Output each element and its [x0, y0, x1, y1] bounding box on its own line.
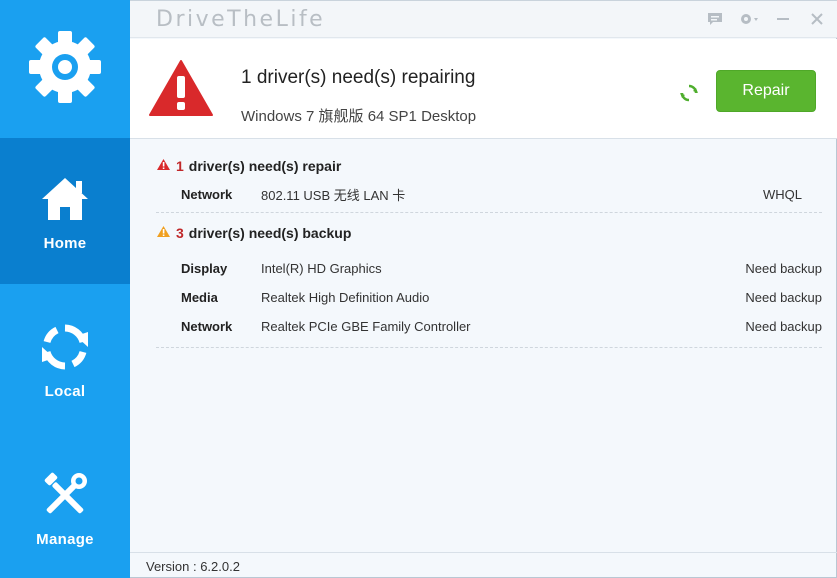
- status-header: 1 driver(s) need(s) repairing Windows 7 …: [130, 39, 837, 139]
- repair-count: 1: [176, 158, 184, 174]
- driver-device: Realtek High Definition Audio: [261, 290, 430, 305]
- repair-button[interactable]: Repair: [716, 70, 816, 112]
- tools-icon: [37, 467, 93, 523]
- repair-section: 1 driver(s) need(s) repair Network 802.1…: [156, 155, 822, 213]
- section-heading: 3 driver(s) need(s) backup: [156, 222, 822, 244]
- footer: Version : 6.2.0.2: [130, 552, 837, 578]
- window-controls: [705, 9, 827, 29]
- table-row[interactable]: Network Realtek PCIe GBE Family Controll…: [156, 312, 822, 348]
- app-logo: [0, 0, 130, 138]
- warning-icon: [148, 59, 214, 122]
- sidebar-item-local[interactable]: Local: [0, 286, 130, 432]
- minimize-icon[interactable]: [773, 9, 793, 29]
- driver-status: Need backup: [745, 290, 822, 305]
- backup-count: 3: [176, 225, 184, 241]
- feedback-icon[interactable]: [705, 9, 725, 29]
- warning-icon: [156, 158, 171, 174]
- driver-category: Network: [181, 319, 233, 334]
- driver-status: Need backup: [745, 319, 822, 334]
- table-row[interactable]: Display Intel(R) HD Graphics Need backup: [156, 254, 822, 283]
- sidebar-item-label: Local: [44, 382, 86, 400]
- sidebar-item-manage[interactable]: Manage: [0, 434, 130, 578]
- main-panel: DriveTheLife 1 driver(s) need(s) repairi…: [130, 0, 837, 578]
- driver-device: Intel(R) HD Graphics: [261, 261, 382, 276]
- sidebar-item-label: Home: [43, 234, 87, 252]
- sidebar-item-home[interactable]: Home: [0, 138, 130, 284]
- table-row[interactable]: Media Realtek High Definition Audio Need…: [156, 283, 822, 312]
- driver-status: WHQL: [763, 187, 802, 202]
- house-icon: [37, 171, 93, 227]
- driver-category: Display: [181, 261, 228, 276]
- driver-device: Realtek PCIe GBE Family Controller: [261, 319, 471, 334]
- os-info: Windows 7 旗舰版 64 SP1 Desktop: [241, 108, 477, 125]
- driver-category: Media: [181, 290, 218, 305]
- refresh-icon: [37, 319, 93, 375]
- section-title: driver(s) need(s) repair: [188, 158, 342, 174]
- driver-device: 802.11 USB 无线 LAN 卡: [261, 188, 406, 203]
- gear-icon: [25, 27, 105, 112]
- sidebar: Home Local Manage: [0, 0, 130, 578]
- section-heading: 1 driver(s) need(s) repair: [156, 155, 822, 177]
- sidebar-item-label: Manage: [36, 530, 94, 548]
- settings-icon[interactable]: [739, 9, 759, 29]
- title-bar: DriveTheLife: [130, 0, 837, 38]
- table-row[interactable]: Network 802.11 USB 无线 LAN 卡 WHQL: [156, 177, 822, 213]
- section-title: driver(s) need(s) backup: [188, 225, 352, 241]
- driver-status: Need backup: [745, 261, 822, 276]
- status-title: 1 driver(s) need(s) repairing: [241, 67, 476, 88]
- close-icon[interactable]: [807, 9, 827, 29]
- driver-category: Network: [181, 187, 233, 202]
- version-label: Version : 6.2.0.2: [146, 559, 240, 574]
- warning-icon: [156, 225, 171, 241]
- rescan-icon[interactable]: [679, 83, 699, 103]
- app-title: DriveTheLife: [156, 7, 326, 32]
- backup-section: 3 driver(s) need(s) backup Display Intel…: [156, 222, 822, 348]
